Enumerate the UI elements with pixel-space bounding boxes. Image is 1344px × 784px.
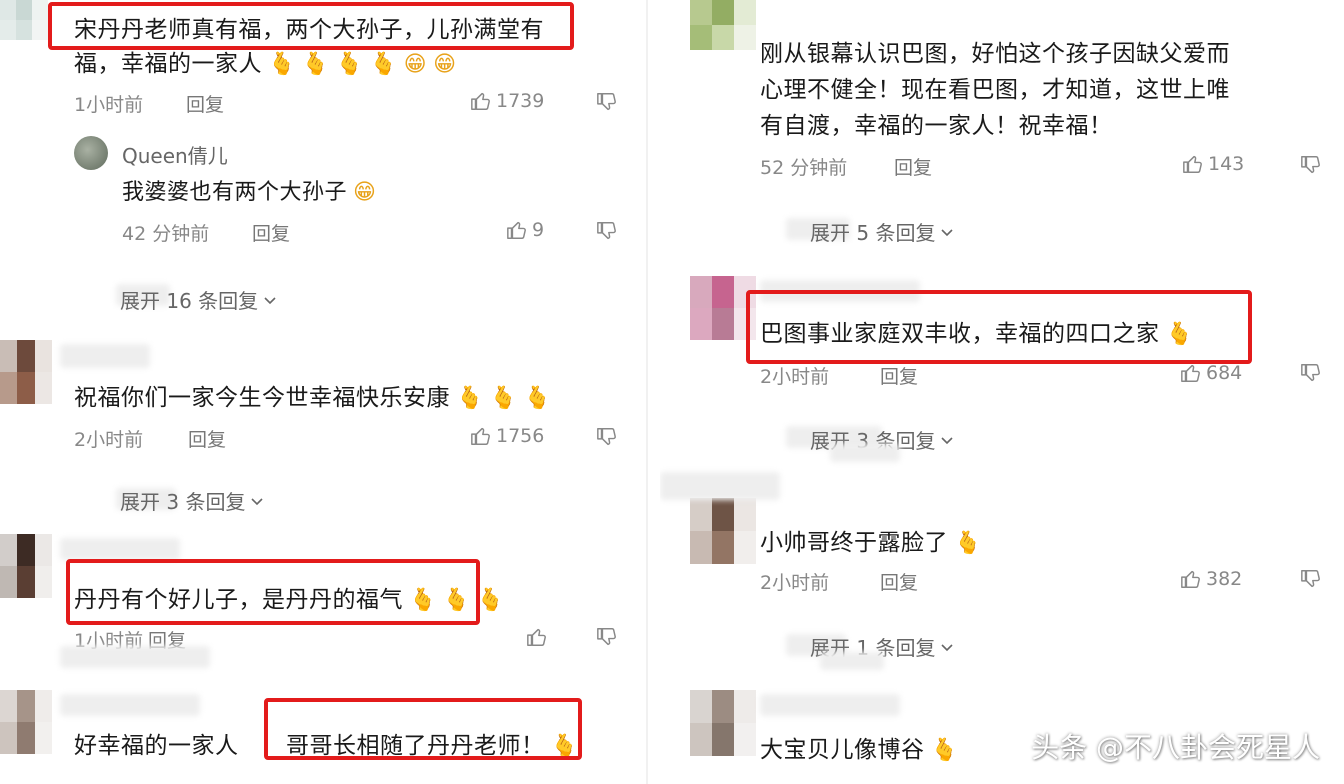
comment-time: 42 分钟前 bbox=[122, 223, 210, 245]
like-count: 1739 bbox=[496, 90, 545, 112]
avatar[interactable] bbox=[0, 534, 52, 598]
thumbs-down-icon[interactable] bbox=[1300, 568, 1322, 590]
blurred-area bbox=[830, 444, 900, 462]
heart-hand-emoji: 🫰 bbox=[523, 385, 552, 411]
username[interactable]: Queen倩儿 bbox=[122, 140, 228, 169]
thumbs-down-icon[interactable] bbox=[1300, 362, 1322, 384]
avatar[interactable] bbox=[74, 136, 108, 170]
comment-text: 有自渡，幸福的一家人！祝幸福！ bbox=[760, 113, 1113, 139]
highlight-box bbox=[48, 2, 574, 50]
avatar[interactable] bbox=[0, 690, 52, 754]
like-button[interactable]: 684 bbox=[1180, 362, 1242, 384]
grin-emoji: 😁 bbox=[433, 51, 457, 77]
heart-hand-emoji: 🫰 bbox=[476, 587, 505, 613]
reply-button[interactable]: 回复 bbox=[880, 568, 918, 595]
thumbs-down-icon[interactable] bbox=[596, 220, 618, 242]
watermark: 头条 @不八卦会死星人 bbox=[1031, 731, 1320, 764]
blurred-area bbox=[60, 694, 200, 716]
thumbs-up-icon[interactable] bbox=[526, 626, 548, 648]
thumbs-up-icon bbox=[1182, 153, 1204, 175]
comment-time: 2小时前 bbox=[760, 572, 830, 594]
chevron-down-icon bbox=[939, 224, 955, 240]
thumbs-down-icon[interactable] bbox=[596, 626, 618, 648]
thumbs-up-icon bbox=[470, 425, 492, 447]
comment-text: 好幸福的一家人 bbox=[74, 733, 239, 759]
comment-time: 1小时前 bbox=[74, 94, 144, 116]
comment-time: 2小时前 bbox=[760, 366, 830, 388]
expand-replies-button[interactable]: 展开 16 条回复 bbox=[120, 285, 278, 314]
reply-button[interactable]: 回复 bbox=[880, 362, 918, 389]
comment-time: 52 分钟前 bbox=[760, 157, 848, 179]
avatar[interactable] bbox=[690, 498, 756, 564]
expand-replies-button[interactable]: 展开 3 条回复 bbox=[120, 486, 265, 515]
reply-button[interactable]: 回复 bbox=[188, 425, 226, 452]
blurred-area bbox=[660, 472, 780, 500]
highlight-box bbox=[264, 698, 582, 760]
reply-button[interactable]: 回复 bbox=[252, 219, 290, 246]
highlight-box bbox=[66, 559, 480, 625]
blurred-area bbox=[60, 538, 180, 560]
heart-hand-emoji: 🫰 bbox=[930, 737, 959, 763]
heart-hand-emoji: 🫰 bbox=[301, 51, 330, 77]
blurred-area bbox=[820, 652, 884, 670]
expand-replies-button[interactable]: 展开 5 条回复 bbox=[810, 217, 955, 246]
chevron-down-icon bbox=[262, 292, 278, 308]
comment-text: 大宝贝儿像博谷 🫰 bbox=[760, 737, 959, 763]
heart-hand-emoji: 🫰 bbox=[369, 51, 398, 77]
grin-emoji: 😁 bbox=[403, 51, 428, 77]
blurred-area bbox=[60, 344, 150, 368]
heart-hand-emoji: 🫰 bbox=[489, 385, 518, 411]
comment-time: 2小时前 bbox=[74, 429, 144, 451]
avatar[interactable] bbox=[0, 0, 48, 40]
like-count: 684 bbox=[1206, 362, 1243, 384]
heart-hand-emoji: 🫰 bbox=[456, 385, 484, 411]
heart-hand-emoji: 🫰 bbox=[268, 51, 296, 77]
thumbs-down-icon[interactable] bbox=[596, 426, 618, 448]
blurred-area bbox=[60, 646, 210, 668]
thumbs-up-icon bbox=[1180, 568, 1202, 590]
like-count: 9 bbox=[532, 219, 545, 241]
comment-text: 刚从银幕认识巴图，好怕这个孩子因缺父爱而 bbox=[760, 41, 1230, 67]
reply-button[interactable]: 回复 bbox=[894, 153, 932, 180]
comments-column-left: 宋丹丹老师真有福，两个大孙子，儿孙满堂有 福，幸福的一家人 🫰 🫰 🫰 🫰 😁 😁 1小时前… bbox=[0, 0, 640, 784]
avatar[interactable] bbox=[0, 340, 52, 404]
comment-text: 心理不健全！现在看巴图，才知道，这世上唯 bbox=[760, 77, 1230, 103]
like-button[interactable]: 1739 bbox=[470, 90, 544, 112]
chevron-down-icon bbox=[939, 432, 955, 448]
chevron-down-icon bbox=[249, 493, 265, 509]
comments-column-right: 刚从银幕认识巴图，好怕这个孩子因缺父爱而 心理不健全！现在看巴图，才知道，这世上… bbox=[660, 0, 1344, 784]
comment-text: 小帅哥终于露脸了 🫰 bbox=[760, 530, 982, 556]
chevron-down-icon bbox=[939, 639, 955, 655]
thumbs-down-icon[interactable] bbox=[596, 91, 618, 113]
thumbs-up-icon bbox=[1180, 362, 1202, 384]
highlight-box bbox=[746, 290, 1252, 364]
thumbs-up-icon bbox=[506, 219, 528, 241]
like-button[interactable]: 1756 bbox=[470, 425, 544, 447]
comment-text: 祝福你们一家今生今世幸福快乐安康 🫰 🫰 🫰 bbox=[74, 385, 552, 411]
heart-hand-emoji: 🫰 bbox=[335, 51, 364, 77]
like-button[interactable]: 143 bbox=[1182, 153, 1244, 175]
heart-hand-emoji: 🫰 bbox=[954, 530, 982, 556]
reply-button[interactable]: 回复 bbox=[186, 90, 224, 117]
like-button[interactable]: 382 bbox=[1180, 568, 1242, 590]
like-button[interactable]: 9 bbox=[506, 219, 544, 241]
thumbs-down-icon[interactable] bbox=[1300, 154, 1322, 176]
avatar[interactable] bbox=[690, 690, 756, 756]
column-divider bbox=[646, 0, 648, 784]
comment-text: 我婆婆也有两个大孙子 😁 bbox=[122, 180, 377, 205]
like-count: 143 bbox=[1208, 153, 1245, 175]
like-count: 1756 bbox=[496, 425, 545, 447]
like-count: 382 bbox=[1206, 568, 1243, 590]
blurred-area bbox=[760, 694, 900, 716]
grin-emoji: 😁 bbox=[353, 180, 377, 205]
thumbs-up-icon bbox=[470, 90, 492, 112]
avatar[interactable] bbox=[690, 0, 756, 50]
